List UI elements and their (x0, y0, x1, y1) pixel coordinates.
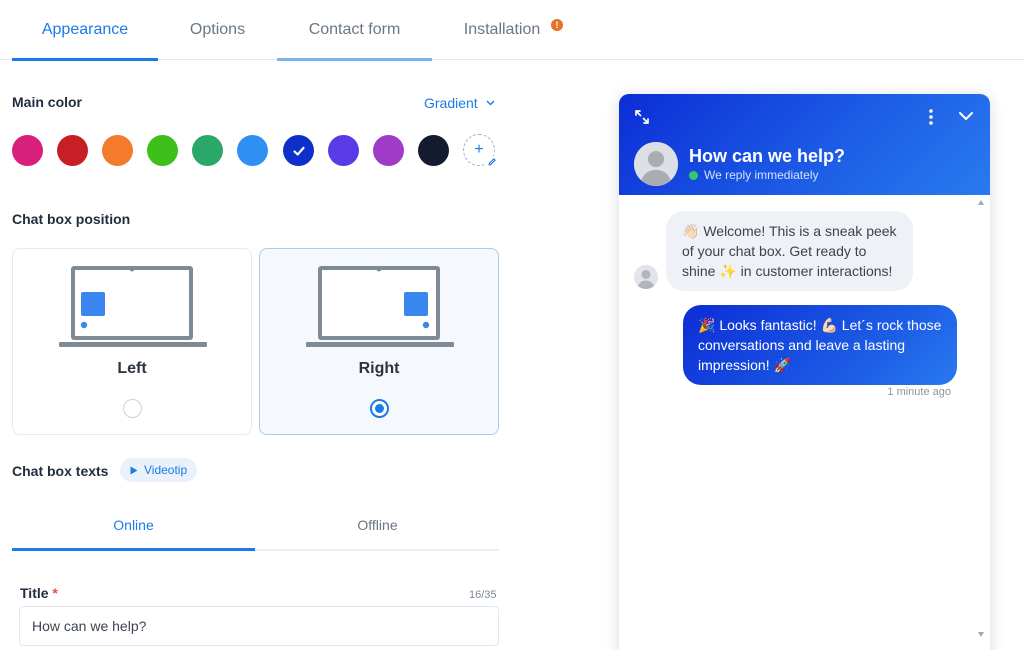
chevron-down-icon (486, 100, 495, 106)
tab-online[interactable]: Online (12, 500, 255, 551)
tab-options-label: Options (189, 21, 246, 38)
color-swatch-purple[interactable] (373, 135, 404, 166)
tab-offline-label: Offline (357, 516, 398, 533)
visitor-message: 🎉 Looks fantastic! 💪🏻 Let´s rock those c… (683, 305, 957, 385)
scroll-up-arrow[interactable] (978, 200, 984, 205)
chat-texts-label: Chat box texts (12, 463, 109, 479)
check-icon (292, 146, 305, 156)
color-swatch-indigo[interactable] (328, 135, 359, 166)
title-label-text: Title (20, 585, 49, 601)
tab-contact-form[interactable]: Contact form (277, 0, 432, 61)
text-mode-tabs: Online Offline (12, 500, 499, 551)
laptop-left-icon (59, 266, 207, 347)
tab-offline[interactable]: Offline (256, 500, 499, 549)
tab-installation-label: Installation (463, 21, 541, 38)
chat-header: How can we help? We reply immediately (619, 94, 990, 195)
videotip-button[interactable]: Videotip (120, 458, 198, 482)
chat-status-text: We reply immediately (704, 168, 819, 182)
color-swatch-green[interactable] (147, 135, 178, 166)
more-vertical-icon[interactable] (925, 108, 937, 126)
agent-message: 👋🏻 Welcome! This is a sneak peek of your… (666, 211, 913, 291)
agent-avatar (634, 142, 678, 186)
color-swatch-red[interactable] (57, 135, 88, 166)
color-swatch-blue[interactable] (283, 135, 314, 166)
settings-tabs: Appearance Options Contact form Installa… (0, 0, 1024, 61)
required-mark: * (52, 585, 58, 601)
message-timestamp: 1 minute ago (887, 386, 951, 398)
expand-icon[interactable] (634, 109, 650, 125)
tab-active-indicator (12, 58, 158, 61)
tab-options[interactable]: Options (158, 0, 277, 60)
position-right-card[interactable]: Right (259, 248, 499, 435)
videotip-label: Videotip (144, 463, 188, 477)
title-input[interactable] (19, 606, 499, 646)
color-swatch-pink[interactable] (12, 135, 43, 166)
position-left-card[interactable]: Left (12, 248, 252, 435)
position-right-radio[interactable] (370, 399, 389, 418)
chat-status: We reply immediately (689, 168, 818, 182)
play-icon (130, 466, 138, 474)
user-silhouette-icon (634, 142, 678, 186)
tab-contact-form-label: Contact form (308, 21, 401, 38)
color-swatch-teal[interactable] (192, 135, 223, 166)
tab-appearance-label: Appearance (41, 21, 129, 38)
online-status-dot (689, 170, 698, 180)
tab-hover-indicator (277, 58, 432, 61)
plus-icon: + (474, 141, 484, 158)
main-color-label: Main color (12, 94, 83, 110)
scroll-down-arrow[interactable] (978, 632, 984, 637)
installation-warning-badge: ! (551, 19, 563, 31)
position-left-label: Left (117, 360, 147, 377)
color-swatch-light-blue[interactable] (237, 135, 268, 166)
position-left-radio[interactable] (123, 399, 142, 418)
chat-preview: How can we help? We reply immediately 👋🏻… (619, 94, 990, 650)
tab-appearance[interactable]: Appearance (12, 0, 158, 61)
laptop-right-icon (306, 266, 454, 347)
tab-installation[interactable]: Installation (442, 0, 562, 60)
color-swatch-black[interactable] (418, 135, 449, 166)
chat-title: How can we help? (689, 146, 846, 166)
title-char-counter: 16/35 (469, 589, 497, 601)
user-silhouette-icon (634, 265, 658, 289)
tab-online-label: Online (113, 516, 154, 533)
gradient-dropdown[interactable]: Gradient (424, 95, 495, 111)
position-right-label: Right (358, 360, 400, 377)
gradient-label: Gradient (424, 95, 478, 111)
position-label: Chat box position (12, 211, 131, 227)
color-swatch-orange[interactable] (102, 135, 133, 166)
chevron-down-icon[interactable] (958, 111, 974, 121)
pencil-icon (486, 156, 498, 168)
title-field-label: Title * (20, 585, 58, 601)
message-avatar (634, 265, 658, 289)
custom-color-button[interactable]: + (463, 134, 498, 168)
